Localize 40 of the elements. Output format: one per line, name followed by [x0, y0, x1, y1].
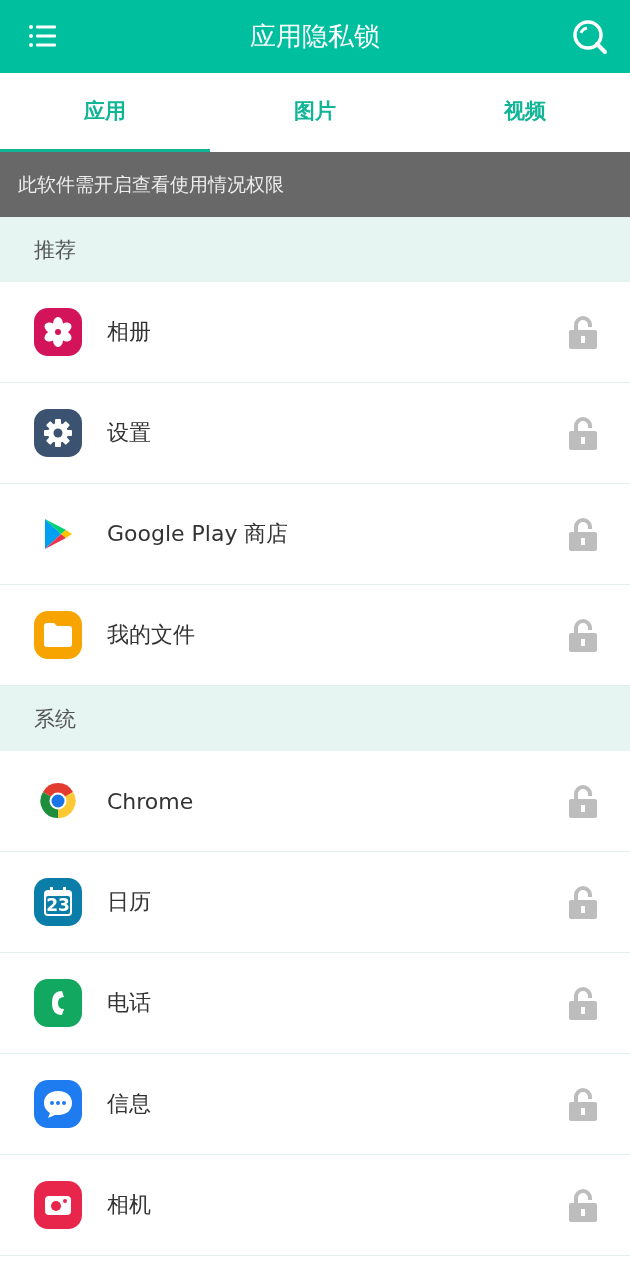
app-row[interactable]: Google Play 商店: [0, 484, 630, 585]
app-row[interactable]: 23 日历: [0, 852, 630, 953]
phone-icon: [34, 979, 82, 1027]
app-row[interactable]: Chrome: [0, 751, 630, 852]
settings-icon: [34, 409, 82, 457]
folder-icon: [34, 611, 82, 659]
app-row[interactable]: 设置: [0, 383, 630, 484]
app-name: 日历: [107, 888, 152, 916]
app-row[interactable]: 电话: [0, 953, 630, 1054]
unlocked-padlock-icon[interactable]: [568, 315, 598, 349]
app-name: 我的文件: [107, 621, 196, 649]
flower-icon: [34, 308, 82, 356]
menu-icon[interactable]: [28, 24, 58, 49]
search-icon[interactable]: [572, 18, 608, 55]
calendar-icon: [34, 878, 82, 926]
unlocked-padlock-icon[interactable]: [568, 1087, 598, 1121]
app-row[interactable]: 相机: [0, 1155, 630, 1256]
app-row[interactable]: 相册: [0, 282, 630, 383]
app-name: 相机: [107, 1191, 152, 1219]
calendar-date: 23: [46, 895, 70, 915]
unlocked-padlock-icon[interactable]: [568, 1188, 598, 1222]
permission-notice: 此软件需开启查看使用情况权限: [0, 152, 630, 217]
app-name: 电话: [107, 989, 152, 1017]
app-name: 相册: [107, 318, 152, 346]
app-row[interactable]: 信息: [0, 1054, 630, 1155]
app-title: 应用隐私锁: [250, 20, 380, 53]
section-header: 推荐: [0, 217, 630, 282]
unlocked-padlock-icon[interactable]: [568, 885, 598, 919]
app-name: 信息: [107, 1090, 152, 1118]
unlocked-padlock-icon[interactable]: [568, 517, 598, 551]
unlocked-padlock-icon[interactable]: [568, 416, 598, 450]
chat-bubble-icon: [34, 1080, 82, 1128]
unlocked-padlock-icon[interactable]: [568, 986, 598, 1020]
unlocked-padlock-icon[interactable]: [568, 784, 598, 818]
section-header: 系统: [0, 686, 630, 751]
app-name: Chrome: [107, 788, 195, 814]
app-name: 设置: [107, 419, 152, 447]
camera-icon: [34, 1181, 82, 1229]
app-name: Google Play 商店: [107, 520, 290, 548]
unlocked-padlock-icon[interactable]: [568, 618, 598, 652]
